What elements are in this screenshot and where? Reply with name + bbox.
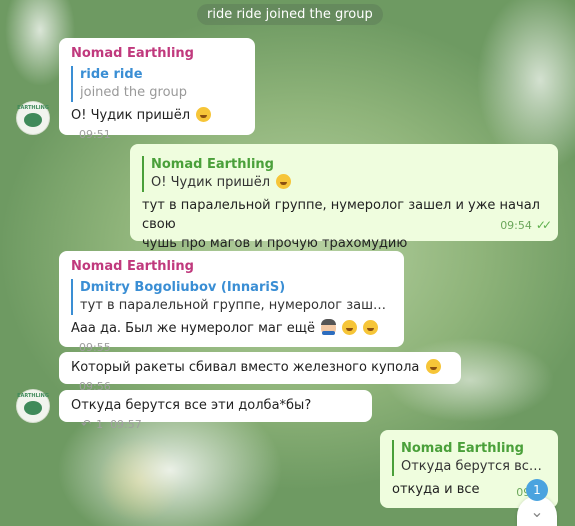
reply-text: тут в паралельной группе, нумеролог заше… xyxy=(80,298,393,313)
message-time: 09:51 xyxy=(79,128,111,141)
avatar[interactable]: EARTHLING xyxy=(17,390,49,422)
message-bubble[interactable]: Который ракеты сбивал вместо железного к… xyxy=(59,352,461,393)
reply-quote[interactable]: Nomad Earthling О! Чудик пришёл xyxy=(142,156,547,192)
avatar[interactable]: EARTHLING xyxy=(17,102,49,134)
grin-emoji-icon xyxy=(425,359,441,374)
reply-quote[interactable]: ride ride joined the group xyxy=(71,66,244,102)
reply-count: 1 xyxy=(96,418,104,431)
reply-text: Откуда берутся все эт... xyxy=(401,459,547,474)
chevron-down-icon: ⌄ xyxy=(530,501,544,521)
message-bubble[interactable]: Nomad Earthling ride ride joined the gro… xyxy=(59,38,255,141)
reply-text: О! Чудик пришёл xyxy=(151,174,547,192)
message-meta: 09:54 ✓✓ xyxy=(492,216,552,235)
grimace-emoji-icon xyxy=(276,174,292,189)
laughing-emoji-icon xyxy=(363,320,379,335)
service-message: ride ride joined the group xyxy=(197,4,383,25)
reply-sender: Nomad Earthling xyxy=(401,441,524,456)
reply-text: joined the group xyxy=(80,85,188,100)
message-bubble[interactable]: Откуда берутся все эти долба*бы? ↶ 1 09:… xyxy=(59,390,372,431)
message-text: Который ракеты сбивал вместо железного к… xyxy=(71,360,420,375)
message-text: тут в паралельной группе, нумеролог заше… xyxy=(142,198,540,232)
reply-arrow-icon[interactable]: ↶ xyxy=(81,415,91,434)
reply-quote[interactable]: Nomad Earthling Откуда берутся все эт... xyxy=(392,440,547,476)
message-sender[interactable]: Nomad Earthling xyxy=(71,44,244,63)
message-text: О! Чудик пришёл xyxy=(71,108,191,123)
reply-sender: ride ride xyxy=(80,67,143,82)
reply-quote[interactable]: Dmitry Bogoliubov (InnariS) тут в парале… xyxy=(71,279,393,315)
message-time: 09:57 xyxy=(110,418,142,431)
message-bubble[interactable]: Nomad Earthling Dmitry Bogoliubov (Innar… xyxy=(59,251,404,354)
message-sender[interactable]: Nomad Earthling xyxy=(71,257,393,276)
laughing-emoji-icon xyxy=(342,320,358,335)
avatar-label: EARTHLING xyxy=(17,393,49,399)
reply-sender: Dmitry Bogoliubov (InnariS) xyxy=(80,280,286,295)
avatar-label: EARTHLING xyxy=(17,105,49,111)
double-check-icon: ✓✓ xyxy=(535,218,552,232)
message-text: Ааа да. Был же нумеролог маг ещё xyxy=(71,321,316,336)
man-emoji-icon xyxy=(321,319,337,335)
message-bubble[interactable]: Nomad Earthling О! Чудик пришёл тут в па… xyxy=(130,144,558,251)
message-text: Откуда берутся все эти долба*бы? xyxy=(71,398,312,413)
unread-badge: 1 xyxy=(526,479,548,501)
reply-sender: Nomad Earthling xyxy=(151,157,274,172)
grimace-emoji-icon xyxy=(196,107,212,122)
message-time: 09:54 xyxy=(500,219,532,232)
